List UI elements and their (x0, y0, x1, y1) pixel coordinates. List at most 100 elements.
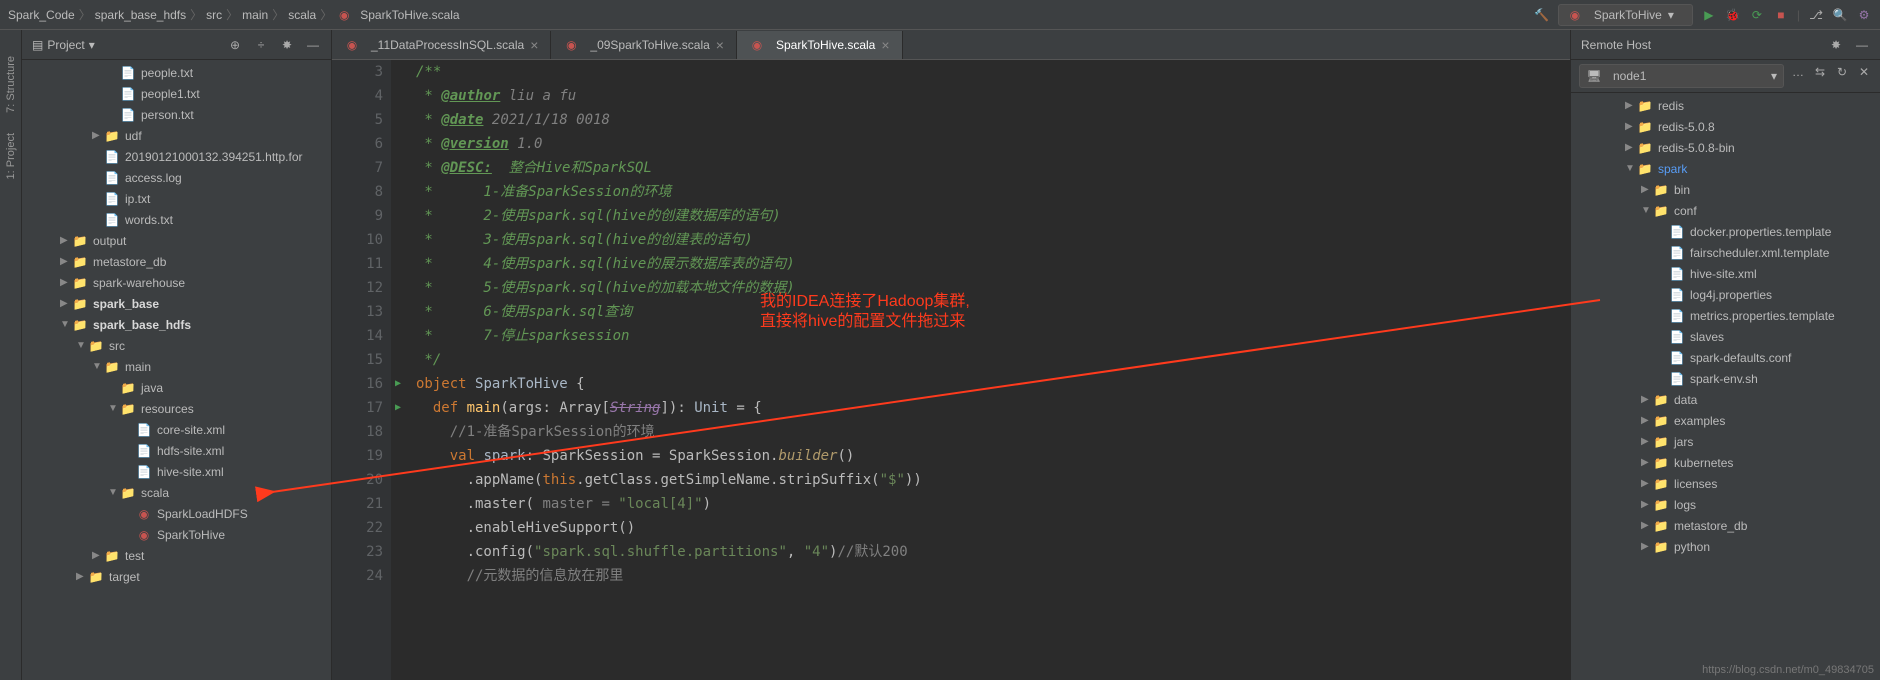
debug-icon[interactable]: 🐞 (1725, 7, 1741, 23)
tree-item[interactable]: 📄20190121000132.394251.http.for (22, 146, 331, 167)
tree-item[interactable]: 📁java (22, 377, 331, 398)
tree-item[interactable]: ▼📁resources (22, 398, 331, 419)
run-config-dropdown[interactable]: ◉ SparkToHive ▾ (1558, 4, 1693, 26)
tree-item[interactable]: ▼📁src (22, 335, 331, 356)
expand-arrow[interactable]: ▶ (60, 256, 72, 267)
tree-item[interactable]: ▶📁spark-warehouse (22, 272, 331, 293)
tree-item[interactable]: ▶📁licenses (1571, 473, 1880, 494)
expand-arrow[interactable]: ▶ (1625, 142, 1637, 153)
expand-arrow[interactable]: ▶ (76, 571, 88, 582)
code-area[interactable]: 3456789101112131415161718192021222324 /*… (332, 60, 1570, 680)
gear-icon[interactable]: ✸ (279, 37, 295, 53)
tree-item[interactable]: ▶📁data (1571, 389, 1880, 410)
tree-item[interactable]: 📄fairscheduler.xml.template (1571, 242, 1880, 263)
tree-item[interactable]: ▼📁spark_base_hdfs (22, 314, 331, 335)
tree-item[interactable]: ▶📁kubernetes (1571, 452, 1880, 473)
tree-item[interactable]: 📄metrics.properties.template (1571, 305, 1880, 326)
expand-arrow[interactable]: ▼ (1641, 205, 1653, 216)
breadcrumb-item[interactable]: scala (288, 8, 316, 22)
expand-arrow[interactable]: ▼ (76, 340, 88, 351)
side-tab-project[interactable]: 1: Project (5, 133, 17, 179)
editor-tab[interactable]: ◉_09SparkToHive.scala× (551, 31, 737, 59)
tree-item[interactable]: ▼📁conf (1571, 200, 1880, 221)
tree-item[interactable]: 📄people.txt (22, 62, 331, 83)
expand-arrow[interactable]: ▶ (1641, 457, 1653, 468)
tree-item[interactable]: ▶📁output (22, 230, 331, 251)
expand-arrow[interactable]: ▶ (60, 277, 72, 288)
collapse-icon[interactable]: ÷ (253, 37, 269, 53)
tree-item[interactable]: 📄people1.txt (22, 83, 331, 104)
expand-arrow[interactable]: ▶ (1641, 415, 1653, 426)
expand-arrow[interactable]: ▶ (92, 130, 104, 141)
expand-arrow[interactable]: ▶ (1641, 499, 1653, 510)
swap-icon[interactable]: ⇆ (1812, 64, 1828, 80)
tree-item[interactable]: ▶📁target (22, 566, 331, 587)
editor-tab[interactable]: ◉SparkToHive.scala× (737, 31, 903, 59)
side-tab-structure[interactable]: 7: Structure (5, 56, 17, 113)
close-icon[interactable]: ✕ (1856, 64, 1872, 80)
tree-item[interactable]: 📄hive-site.xml (1571, 263, 1880, 284)
search-icon[interactable]: 🔍 (1832, 7, 1848, 23)
chevron-down-icon[interactable]: ▾ (89, 38, 95, 52)
tree-item[interactable]: 📄slaves (1571, 326, 1880, 347)
expand-arrow[interactable]: ▶ (1641, 436, 1653, 447)
more-icon[interactable]: … (1790, 64, 1806, 80)
git-icon[interactable]: ⎇ (1808, 7, 1824, 23)
host-dropdown[interactable]: 🖥 node1 ▾ (1579, 64, 1784, 88)
expand-arrow[interactable]: ▶ (1641, 184, 1653, 195)
expand-arrow[interactable]: ▼ (1625, 163, 1637, 174)
tree-item[interactable]: ▶📁test (22, 545, 331, 566)
tree-item[interactable]: 📄spark-defaults.conf (1571, 347, 1880, 368)
breadcrumb-item[interactable]: Spark_Code (8, 8, 75, 22)
coverage-icon[interactable]: ⟳ (1749, 7, 1765, 23)
target-icon[interactable]: ⊕ (227, 37, 243, 53)
tree-item[interactable]: ◉SparkLoadHDFS (22, 503, 331, 524)
stop-icon[interactable]: ■ (1773, 7, 1789, 23)
expand-arrow[interactable]: ▶ (60, 298, 72, 309)
expand-arrow[interactable]: ▼ (92, 361, 104, 372)
build-icon[interactable]: 🔨 (1534, 7, 1550, 23)
close-icon[interactable]: × (530, 37, 538, 53)
hide-icon[interactable]: — (305, 37, 321, 53)
tree-item[interactable]: 📄access.log (22, 167, 331, 188)
tree-item[interactable]: 📄log4j.properties (1571, 284, 1880, 305)
tree-item[interactable]: ▶📁spark_base (22, 293, 331, 314)
expand-arrow[interactable]: ▶ (1625, 121, 1637, 132)
tree-item[interactable]: ◉SparkToHive (22, 524, 331, 545)
breadcrumb-item[interactable]: src (206, 8, 222, 22)
tree-item[interactable]: 📄hdfs-site.xml (22, 440, 331, 461)
settings-icon[interactable]: ⚙ (1856, 7, 1872, 23)
expand-arrow[interactable]: ▶ (1641, 394, 1653, 405)
tree-item[interactable]: ▼📁scala (22, 482, 331, 503)
tree-item[interactable]: ▶📁python (1571, 536, 1880, 557)
hide-icon[interactable]: — (1854, 37, 1870, 53)
expand-arrow[interactable]: ▼ (108, 487, 120, 498)
tree-item[interactable]: ▶📁redis (1571, 95, 1880, 116)
expand-arrow[interactable]: ▼ (108, 403, 120, 414)
tree-item[interactable]: ▶📁redis-5.0.8 (1571, 116, 1880, 137)
tree-item[interactable]: ▼📁main (22, 356, 331, 377)
refresh-icon[interactable]: ↻ (1834, 64, 1850, 80)
tree-item[interactable]: ▼📁spark (1571, 158, 1880, 179)
breadcrumb-item[interactable]: main (242, 8, 268, 22)
tree-item[interactable]: ▶📁redis-5.0.8-bin (1571, 137, 1880, 158)
tree-item[interactable]: 📄ip.txt (22, 188, 331, 209)
expand-arrow[interactable]: ▶ (1641, 478, 1653, 489)
tree-item[interactable]: 📄person.txt (22, 104, 331, 125)
breadcrumb-item[interactable]: SparkToHive.scala (360, 8, 459, 22)
close-icon[interactable]: × (716, 37, 724, 53)
expand-arrow[interactable]: ▼ (60, 319, 72, 330)
breadcrumb-item[interactable]: spark_base_hdfs (95, 8, 186, 22)
tree-item[interactable]: 📄docker.properties.template (1571, 221, 1880, 242)
tree-item[interactable]: 📄core-site.xml (22, 419, 331, 440)
editor-tab[interactable]: ◉_11DataProcessInSQL.scala× (332, 31, 551, 59)
tree-item[interactable]: ▶📁jars (1571, 431, 1880, 452)
expand-arrow[interactable]: ▶ (60, 235, 72, 246)
tree-item[interactable]: ▶📁logs (1571, 494, 1880, 515)
expand-arrow[interactable]: ▶ (1641, 520, 1653, 531)
gear-icon[interactable]: ✸ (1828, 37, 1844, 53)
tree-item[interactable]: 📄words.txt (22, 209, 331, 230)
tree-item[interactable]: ▶📁metastore_db (1571, 515, 1880, 536)
expand-arrow[interactable]: ▶ (1641, 541, 1653, 552)
tree-item[interactable]: ▶📁examples (1571, 410, 1880, 431)
